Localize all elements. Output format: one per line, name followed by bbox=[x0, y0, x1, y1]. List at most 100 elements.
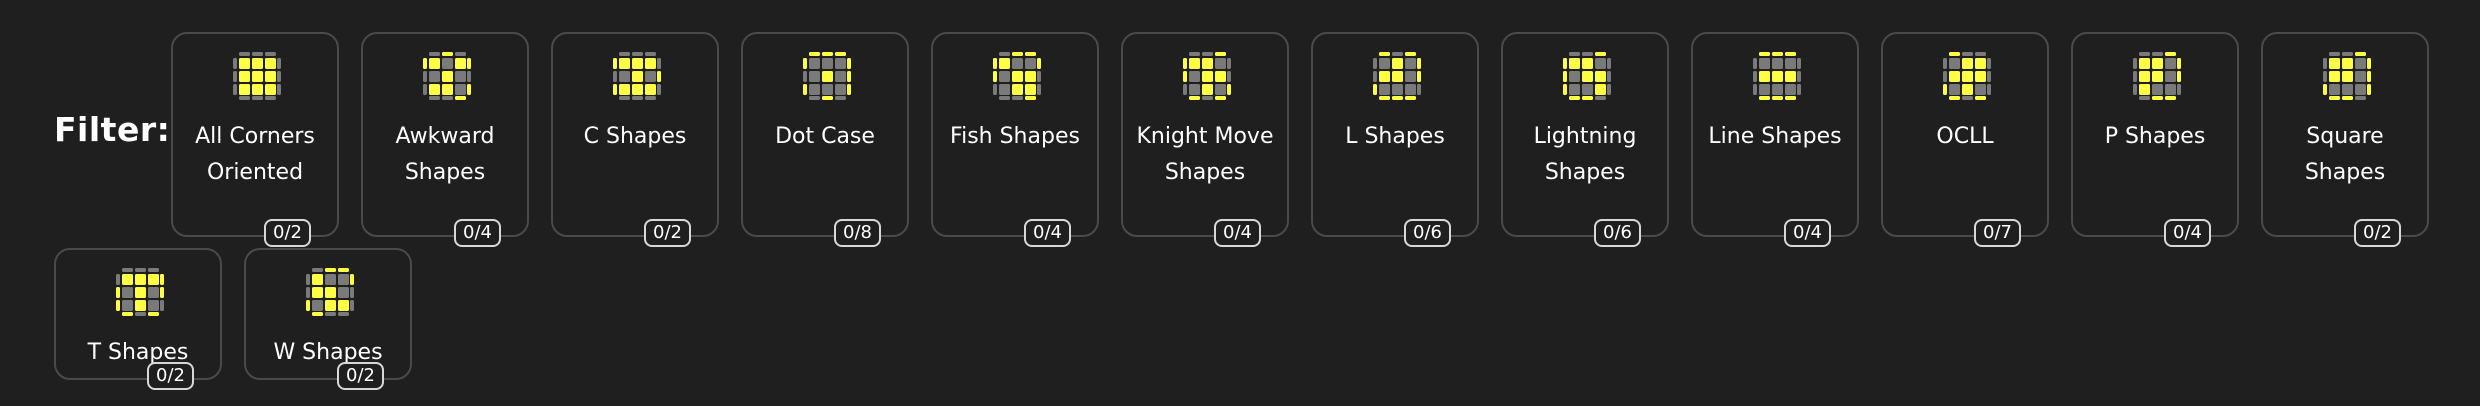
side-sticker bbox=[265, 52, 276, 56]
count-badge: 0/4 bbox=[1784, 219, 1831, 247]
filter-card-ocll[interactable]: OCLL 0/7 bbox=[1881, 32, 2049, 247]
top-sticker bbox=[1759, 84, 1770, 95]
top-sticker bbox=[1975, 71, 1986, 82]
side-sticker bbox=[2323, 84, 2327, 95]
top-sticker bbox=[1772, 58, 1783, 69]
top-sticker bbox=[809, 71, 820, 82]
top-sticker bbox=[2152, 84, 2163, 95]
count-badge: 0/6 bbox=[1404, 219, 1451, 247]
side-sticker bbox=[803, 84, 807, 95]
filter-card-line-shapes[interactable]: Line Shapes 0/4 bbox=[1691, 32, 1859, 247]
top-sticker bbox=[645, 58, 656, 69]
side-sticker bbox=[1759, 96, 1770, 100]
side-sticker bbox=[160, 287, 164, 298]
side-sticker bbox=[1373, 58, 1377, 69]
top-sticker bbox=[252, 71, 263, 82]
side-sticker bbox=[1943, 71, 1947, 82]
side-sticker bbox=[233, 84, 237, 95]
side-sticker bbox=[148, 268, 159, 272]
filter-card-knight-move-shapes[interactable]: Knight Move Shapes 0/4 bbox=[1121, 32, 1289, 247]
side-sticker bbox=[312, 312, 323, 316]
side-sticker bbox=[613, 58, 617, 69]
side-sticker bbox=[632, 52, 643, 56]
count-badge: 0/4 bbox=[2164, 219, 2211, 247]
side-sticker bbox=[116, 274, 120, 285]
filter-card-fish-shapes[interactable]: Fish Shapes 0/4 bbox=[931, 32, 1099, 247]
top-sticker bbox=[632, 71, 643, 82]
side-sticker bbox=[1797, 71, 1801, 82]
side-sticker bbox=[993, 84, 997, 95]
side-sticker bbox=[429, 52, 440, 56]
top-sticker bbox=[429, 71, 440, 82]
top-sticker bbox=[1595, 71, 1606, 82]
filter-card-w-shapes[interactable]: W Shapes 0/2 bbox=[244, 248, 412, 390]
top-sticker bbox=[999, 71, 1010, 82]
side-sticker bbox=[1227, 58, 1231, 69]
top-sticker bbox=[2355, 71, 2366, 82]
top-sticker bbox=[1379, 84, 1390, 95]
filter-card-l-shapes[interactable]: L Shapes 0/6 bbox=[1311, 32, 1479, 247]
side-sticker bbox=[803, 58, 807, 69]
side-sticker bbox=[1772, 52, 1783, 56]
top-sticker bbox=[2139, 84, 2150, 95]
side-sticker bbox=[455, 52, 466, 56]
top-sticker bbox=[1949, 84, 1960, 95]
side-sticker bbox=[1405, 52, 1416, 56]
filter-card-p-shapes[interactable]: P Shapes 0/4 bbox=[2071, 32, 2239, 247]
side-sticker bbox=[1987, 58, 1991, 69]
side-sticker bbox=[1025, 52, 1036, 56]
side-sticker bbox=[1379, 96, 1390, 100]
side-sticker bbox=[2367, 84, 2371, 95]
top-sticker bbox=[252, 58, 263, 69]
side-sticker bbox=[1405, 96, 1416, 100]
top-sticker bbox=[442, 58, 453, 69]
top-sticker bbox=[645, 71, 656, 82]
side-sticker bbox=[277, 58, 281, 69]
filter-card-label: C Shapes bbox=[583, 124, 687, 149]
side-sticker bbox=[1012, 52, 1023, 56]
side-sticker bbox=[1975, 96, 1986, 100]
side-sticker bbox=[116, 287, 120, 298]
side-sticker bbox=[1772, 96, 1783, 100]
side-sticker bbox=[1373, 84, 1377, 95]
filter-card-c-shapes[interactable]: C Shapes 0/2 bbox=[551, 32, 719, 247]
side-sticker bbox=[1987, 71, 1991, 82]
top-sticker bbox=[632, 84, 643, 95]
top-sticker bbox=[1405, 71, 1416, 82]
side-sticker bbox=[1379, 52, 1390, 56]
side-sticker bbox=[645, 96, 656, 100]
top-sticker bbox=[619, 71, 630, 82]
top-sticker bbox=[2139, 58, 2150, 69]
filter-card-square-shapes[interactable]: Square Shapes 0/2 bbox=[2261, 32, 2429, 247]
side-sticker bbox=[2342, 96, 2353, 100]
top-sticker bbox=[1202, 58, 1213, 69]
oll-pattern-icon bbox=[1753, 52, 1801, 100]
side-sticker bbox=[2323, 71, 2327, 82]
side-sticker bbox=[613, 84, 617, 95]
count-badge: 0/2 bbox=[644, 219, 691, 247]
side-sticker bbox=[467, 84, 471, 95]
filter-card-t-shapes[interactable]: T Shapes 0/2 bbox=[54, 248, 222, 390]
filter-card-dot-case[interactable]: Dot Case 0/8 bbox=[741, 32, 909, 247]
filter-card-awkward-shapes[interactable]: Awkward Shapes 0/4 bbox=[361, 32, 529, 247]
side-sticker bbox=[233, 58, 237, 69]
side-sticker bbox=[423, 71, 427, 82]
side-sticker bbox=[1037, 58, 1041, 69]
side-sticker bbox=[135, 312, 146, 316]
side-sticker bbox=[1949, 52, 1960, 56]
top-sticker bbox=[148, 300, 159, 311]
top-sticker bbox=[239, 84, 250, 95]
side-sticker bbox=[1797, 58, 1801, 69]
top-sticker bbox=[2152, 58, 2163, 69]
filter-card-all-corners-oriented[interactable]: All Corners Oriented 0/2 bbox=[171, 32, 339, 247]
top-sticker bbox=[1785, 71, 1796, 82]
top-sticker bbox=[122, 287, 133, 298]
filter-card-lightning-shapes[interactable]: Lightning Shapes 0/6 bbox=[1501, 32, 1669, 247]
top-sticker bbox=[1025, 84, 1036, 95]
top-sticker bbox=[325, 300, 336, 311]
side-sticker bbox=[2139, 52, 2150, 56]
top-sticker bbox=[822, 58, 833, 69]
side-sticker bbox=[160, 300, 164, 311]
side-sticker bbox=[2133, 84, 2137, 95]
top-sticker bbox=[252, 84, 263, 95]
